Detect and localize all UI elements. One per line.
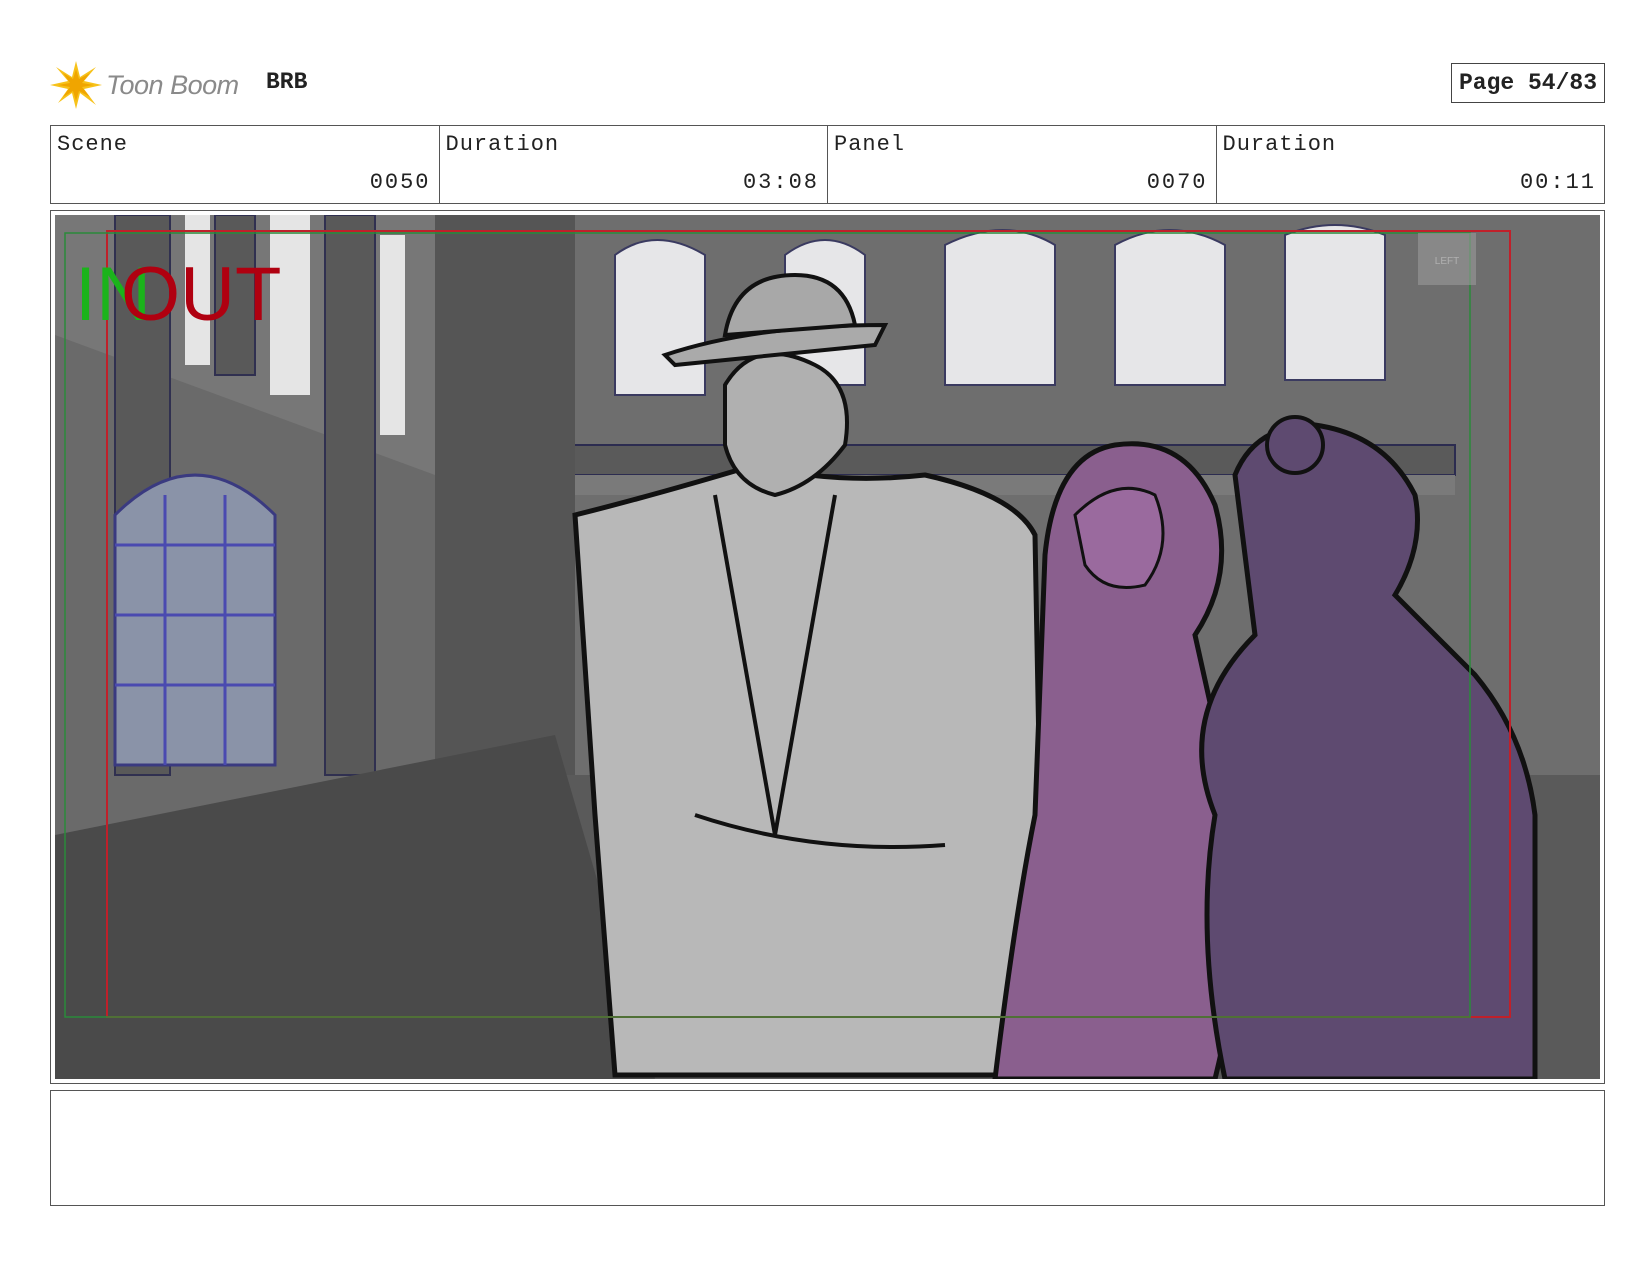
scene-label: Scene bbox=[57, 132, 129, 157]
project-name: BRB bbox=[266, 69, 308, 95]
panel-info-row: Scene 0050 Duration 03:08 Panel 0070 Dur… bbox=[50, 125, 1605, 204]
wall-sign: LEFT bbox=[1435, 256, 1459, 267]
scene-duration-label: Duration bbox=[445, 132, 560, 157]
page-header: Toon Boom BRB Page 54/83 bbox=[50, 55, 1605, 115]
panel-cell: Panel 0070 bbox=[828, 126, 1217, 203]
panel-value: 0070 bbox=[1146, 170, 1208, 195]
panel-duration-cell: Duration 00:11 bbox=[1217, 126, 1605, 203]
scene-cell: Scene 0050 bbox=[51, 126, 440, 203]
panel-duration-value: 00:11 bbox=[1519, 170, 1596, 195]
scene-duration-cell: Duration 03:08 bbox=[440, 126, 828, 203]
storyboard-panel-frame: LEFT IN OUT bbox=[50, 210, 1605, 1084]
scene-value: 0050 bbox=[369, 170, 431, 195]
out-marker: OUT bbox=[121, 252, 281, 337]
panel-notes-box bbox=[50, 1090, 1605, 1206]
panel-duration-label: Duration bbox=[1222, 132, 1337, 157]
starburst-icon bbox=[50, 61, 102, 109]
scene-duration-value: 03:08 bbox=[742, 170, 819, 195]
panel-label: Panel bbox=[834, 132, 906, 157]
panel-drawing: LEFT IN OUT bbox=[55, 215, 1600, 1079]
page-number: Page 54/83 bbox=[1450, 63, 1605, 103]
toon-boom-logo: Toon Boom bbox=[50, 55, 239, 115]
logo-text: Toon Boom bbox=[106, 69, 239, 100]
